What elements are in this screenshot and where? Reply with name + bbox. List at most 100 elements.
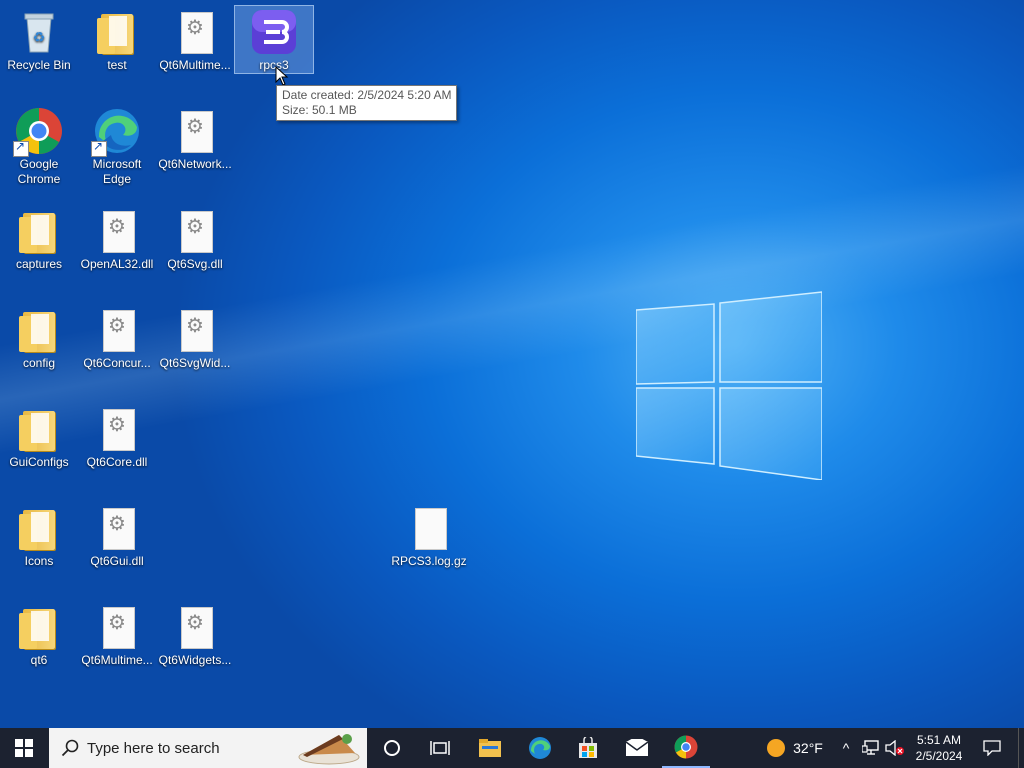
- taskbar: Type here to search 32°F ^ 5:51 AM 2/5/2…: [0, 728, 1024, 768]
- store-icon: [579, 737, 597, 758]
- desktop-icon-qt6core-dll[interactable]: Qt6Core.dll: [78, 403, 156, 470]
- dll-file-icon: [93, 207, 141, 255]
- desktop-icon-label: Recycle Bin: [7, 58, 71, 72]
- folder-icon: [15, 306, 63, 354]
- desktop-icon-config[interactable]: config: [0, 304, 78, 371]
- svg-text:♻: ♻: [33, 29, 46, 45]
- chrome-icon: [674, 735, 698, 759]
- desktop-icon-label: Qt6Network...: [158, 157, 232, 171]
- edge-icon: [529, 737, 551, 759]
- show-hidden-icons-button[interactable]: ^: [836, 728, 856, 768]
- desktop-icon-label: test: [107, 58, 127, 72]
- network-button[interactable]: [860, 728, 882, 768]
- desktop-icon-microsoft-edge[interactable]: Microsoft Edge: [78, 105, 156, 187]
- desktop-icon-label: OpenAL32.dll: [80, 257, 154, 271]
- desktop-icon-label: Qt6Core.dll: [86, 455, 148, 469]
- dll-file-icon: [171, 107, 219, 155]
- desktop-icon-label: Qt6Svg.dll: [167, 257, 223, 271]
- weather-temperature: 32°F: [793, 740, 823, 756]
- cortana-icon: [384, 740, 400, 756]
- desktop-icon-recycle-bin[interactable]: ♻ Recycle Bin: [0, 6, 78, 73]
- folder-icon: [93, 8, 141, 56]
- volume-button[interactable]: [884, 728, 906, 768]
- store-button[interactable]: [564, 728, 612, 768]
- tooltip-size: Size: 50.1 MB: [282, 103, 357, 117]
- chrome-icon: [13, 107, 63, 157]
- desktop-icon-guiconfigs[interactable]: GuiConfigs: [0, 403, 78, 470]
- action-center-icon: [983, 740, 1001, 756]
- mail-icon: [625, 739, 649, 756]
- dll-file-icon: [171, 207, 219, 255]
- desktop-icon-qt6-folder[interactable]: qt6: [0, 601, 78, 668]
- desktop-icon-label: rpcs3: [259, 58, 289, 72]
- cortana-button[interactable]: [368, 728, 416, 768]
- dll-file-icon: [171, 8, 219, 56]
- desktop-icon-qt6network[interactable]: Qt6Network...: [156, 105, 234, 172]
- desktop-icon-qt6widgets[interactable]: Qt6Widgets...: [156, 601, 234, 668]
- desktop-icon-rpcs3-log[interactable]: RPCS3.log.gz: [390, 502, 468, 569]
- windows-logo-wallpaper: [636, 291, 822, 480]
- network-icon: [862, 740, 879, 755]
- task-view-button[interactable]: [416, 728, 464, 768]
- volume-muted-icon: [885, 740, 904, 756]
- clock-date: 2/5/2024: [915, 749, 963, 763]
- edge-icon: [91, 107, 141, 157]
- file-explorer-button[interactable]: [466, 728, 514, 768]
- mouse-cursor-icon: [275, 66, 289, 86]
- dll-file-icon: [171, 306, 219, 354]
- desktop-icon-label: GuiConfigs: [9, 455, 69, 469]
- desktop-icon-qt6multime-1[interactable]: Qt6Multime...: [156, 6, 234, 73]
- desktop-icon-label: RPCS3.log.gz: [391, 554, 467, 568]
- desktop-icon-label: Qt6Gui.dll: [90, 554, 144, 568]
- taskbar-search-box[interactable]: Type here to search: [49, 728, 367, 768]
- file-info-tooltip: Date created: 2/5/2024 5:20 AM Size: 50.…: [276, 85, 458, 121]
- chrome-taskbar-button[interactable]: [662, 728, 710, 768]
- desktop-icon-qt6multime-2[interactable]: Qt6Multime...: [78, 601, 156, 668]
- chevron-up-icon: ^: [842, 740, 850, 756]
- edge-taskbar-button[interactable]: [516, 728, 564, 768]
- desktop-icon-captures[interactable]: captures: [0, 205, 78, 272]
- folder-icon: [15, 405, 63, 453]
- notifications-button[interactable]: [978, 728, 1006, 768]
- desktop-icon-google-chrome[interactable]: Google Chrome: [0, 105, 78, 187]
- rpcs3-app-icon: [250, 8, 298, 56]
- desktop-icon-qt6gui-dll[interactable]: Qt6Gui.dll: [78, 502, 156, 569]
- folder-icon: [15, 603, 63, 651]
- windows-start-icon: [15, 739, 33, 757]
- desktop-icon-label: Google Chrome: [17, 157, 61, 186]
- dll-file-icon: [171, 603, 219, 651]
- desktop-icon-icons-folder[interactable]: Icons: [0, 502, 78, 569]
- sun-icon: [767, 739, 786, 757]
- file-explorer-icon: [479, 739, 501, 757]
- search-icon: [61, 739, 79, 757]
- desktop-icon-label: captures: [15, 257, 63, 271]
- desktop-icon-test[interactable]: test: [78, 6, 156, 73]
- desktop-icon-rpcs3[interactable]: rpcs3: [234, 5, 314, 74]
- start-button[interactable]: [0, 728, 48, 768]
- folder-icon: [15, 504, 63, 552]
- desktop-icon-label: Microsoft Edge: [92, 157, 142, 186]
- folder-icon: [15, 207, 63, 255]
- desktop-icon-label: Qt6Multime...: [81, 653, 153, 667]
- desktop-icon-qt6svg-dll[interactable]: Qt6Svg.dll: [156, 205, 234, 272]
- search-placeholder: Type here to search: [87, 739, 220, 757]
- weather-widget[interactable]: 32°F: [760, 728, 830, 768]
- clock[interactable]: 5:51 AM 2/5/2024: [908, 728, 970, 768]
- desktop-icon-qt6concur[interactable]: Qt6Concur...: [78, 304, 156, 371]
- desktop-icon-label: Qt6SvgWid...: [159, 356, 231, 370]
- desktop-icon-label: Qt6Widgets...: [158, 653, 232, 667]
- show-desktop-button[interactable]: [1018, 728, 1024, 768]
- dll-file-icon: [93, 603, 141, 651]
- desktop-icon-openal32-dll[interactable]: OpenAL32.dll: [78, 205, 156, 272]
- clock-time: 5:51 AM: [916, 733, 962, 747]
- desktop-icon-qt6svgwid[interactable]: Qt6SvgWid...: [156, 304, 234, 371]
- dll-file-icon: [93, 504, 141, 552]
- mail-button[interactable]: [613, 728, 661, 768]
- task-view-icon: [430, 741, 450, 755]
- desktop-icon-label: Qt6Multime...: [159, 58, 231, 72]
- shortcut-arrow-icon: [13, 139, 29, 157]
- pie-illustration-icon: [298, 734, 360, 765]
- desktop-icon-label: config: [22, 356, 56, 370]
- desktop-icon-label: Qt6Concur...: [83, 356, 151, 370]
- tooltip-date-created: Date created: 2/5/2024 5:20 AM: [282, 88, 452, 102]
